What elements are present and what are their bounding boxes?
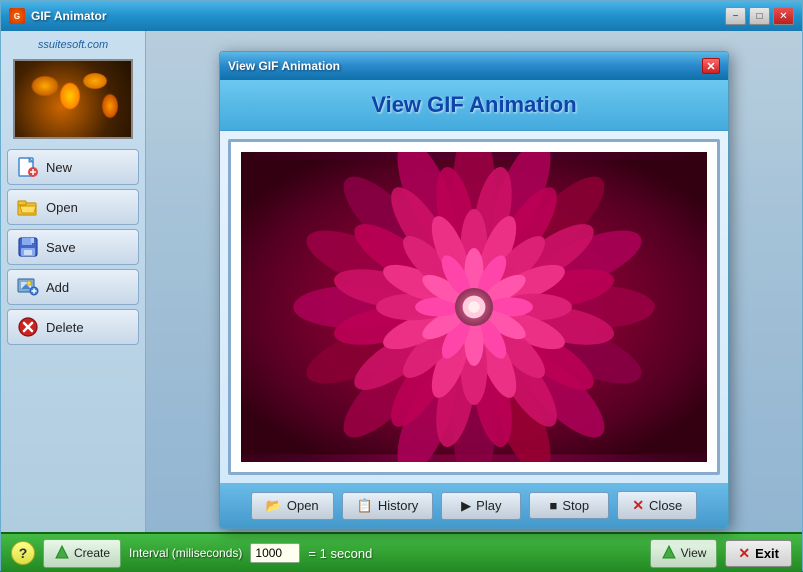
modal-close-label: Close [649,498,682,513]
app-icon: G [9,8,25,24]
sidebar: ssuitesoft.com New [1,31,146,532]
open-folder-icon: 📂 [266,498,282,514]
delete-button[interactable]: Delete [7,309,139,345]
close-button[interactable]: ✕ [773,7,794,25]
modal-stop-button[interactable]: ■ Stop [529,492,609,519]
open-label: Open [46,200,78,215]
modal-history-button[interactable]: 📋 History [342,492,434,520]
interval-label: Interval (miliseconds) [129,546,242,560]
new-button[interactable]: New [7,149,139,185]
modal-header-title: View GIF Animation [232,92,716,118]
modal-open-label: Open [287,498,319,513]
stop-icon: ■ [550,498,558,513]
modal-close-button[interactable]: ✕ [702,58,720,74]
title-bar: G GIF Animator − □ ✕ [1,1,802,31]
title-bar-controls: − □ ✕ [725,7,794,25]
exit-button[interactable]: ✕ Exit [725,540,792,567]
modal-history-label: History [378,498,418,513]
exit-label: Exit [755,546,779,561]
site-label: ssuitesoft.com [7,39,139,51]
modal-close-x-button[interactable]: ✕ Close [617,491,697,520]
open-icon [16,195,40,219]
modal-footer: 📂 Open 📋 History ▶ Play ■ [220,483,728,528]
modal-title: View GIF Animation [228,59,696,73]
dahlia-svg [241,152,707,462]
add-button[interactable]: Add [7,269,139,305]
create-button[interactable]: Create [43,539,121,568]
thumbnail-image [15,61,131,137]
main-area: View GIF Animation ✕ View GIF Animation [146,31,802,532]
create-label: Create [74,546,110,560]
add-icon [16,275,40,299]
modal-header: View GIF Animation [220,80,728,131]
add-label: Add [46,280,69,295]
gif-display [241,152,707,462]
thumbnail-area [13,59,133,139]
save-label: Save [46,240,76,255]
new-icon [16,155,40,179]
view-button[interactable]: View [650,539,718,568]
help-button[interactable]: ? [11,541,35,565]
modal-body [228,139,720,475]
app-content: ssuitesoft.com New [1,31,802,532]
minimize-button[interactable]: − [725,7,746,25]
open-button[interactable]: Open [7,189,139,225]
modal-open-button[interactable]: 📂 Open [251,492,334,520]
close-x-icon: ✕ [632,497,644,514]
view-icon [661,544,677,563]
thumbnail-leaves [15,61,131,137]
delete-label: Delete [46,320,84,335]
view-label: View [681,546,707,560]
bottom-bar: ? Create Interval (miliseconds) = 1 seco… [1,532,802,572]
modal-stop-label: Stop [562,498,589,513]
modal-dialog: View GIF Animation ✕ View GIF Animation [219,51,729,529]
app-title: GIF Animator [31,9,719,23]
new-label: New [46,160,72,175]
modal-play-button[interactable]: ▶ Play [441,492,521,520]
maximize-button[interactable]: □ [749,7,770,25]
interval-input[interactable] [250,543,300,563]
save-icon [16,235,40,259]
history-icon: 📋 [357,498,373,514]
modal-play-label: Play [476,498,501,513]
save-button[interactable]: Save [7,229,139,265]
exit-x-icon: ✕ [738,545,750,562]
equal-label: = 1 second [308,546,372,561]
modal-overlay: View GIF Animation ✕ View GIF Animation [146,31,802,532]
play-icon: ▶ [461,498,471,514]
modal-title-bar: View GIF Animation ✕ [220,52,728,80]
create-icon [54,544,70,563]
delete-icon [16,315,40,339]
app-window: G GIF Animator − □ ✕ ssuitesoft.com [0,0,803,571]
